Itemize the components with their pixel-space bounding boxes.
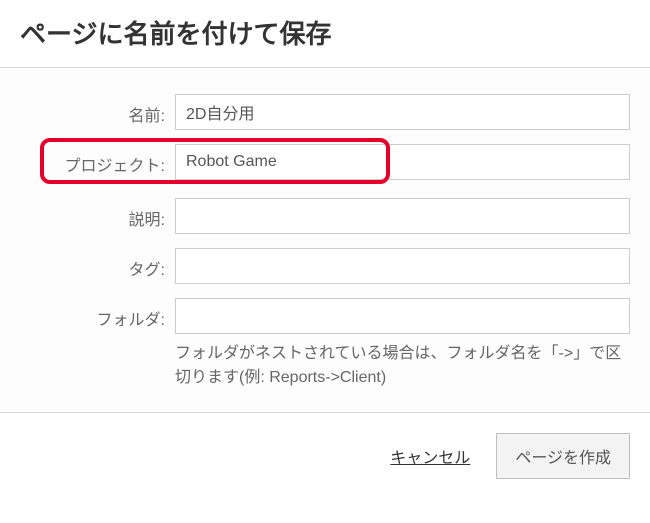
folder-help-text: フォルダがネストされている場合は、フォルダ名を「->」で区切ります(例: Rep…	[175, 342, 630, 390]
cancel-button[interactable]: キャンセル	[390, 444, 470, 468]
name-label: 名前:	[10, 94, 175, 126]
folder-label: フォルダ:	[10, 298, 175, 330]
tags-field[interactable]	[175, 248, 630, 284]
name-row: 名前:	[10, 94, 630, 130]
tags-row: タグ:	[10, 248, 630, 284]
create-page-button[interactable]: ページを作成	[496, 433, 630, 479]
name-field[interactable]	[175, 94, 630, 130]
save-page-dialog: ページに名前を付けて保存 名前: プロジェクト: 説明: タグ:	[0, 0, 650, 499]
dialog-body: 名前: プロジェクト: 説明: タグ: フォルダ:	[0, 67, 650, 413]
folder-row: フォルダ: フォルダがネストされている場合は、フォルダ名を「->」で区切ります(…	[10, 298, 630, 390]
tags-label: タグ:	[10, 248, 175, 280]
dialog-footer: キャンセル ページを作成	[0, 413, 650, 499]
folder-field[interactable]	[175, 298, 630, 334]
project-field[interactable]	[175, 144, 630, 180]
description-row: 説明:	[10, 198, 630, 234]
description-field[interactable]	[175, 198, 630, 234]
project-label: プロジェクト:	[10, 144, 175, 176]
project-row: プロジェクト:	[10, 144, 630, 180]
description-label: 説明:	[10, 198, 175, 230]
dialog-title: ページに名前を付けて保存	[0, 0, 650, 67]
